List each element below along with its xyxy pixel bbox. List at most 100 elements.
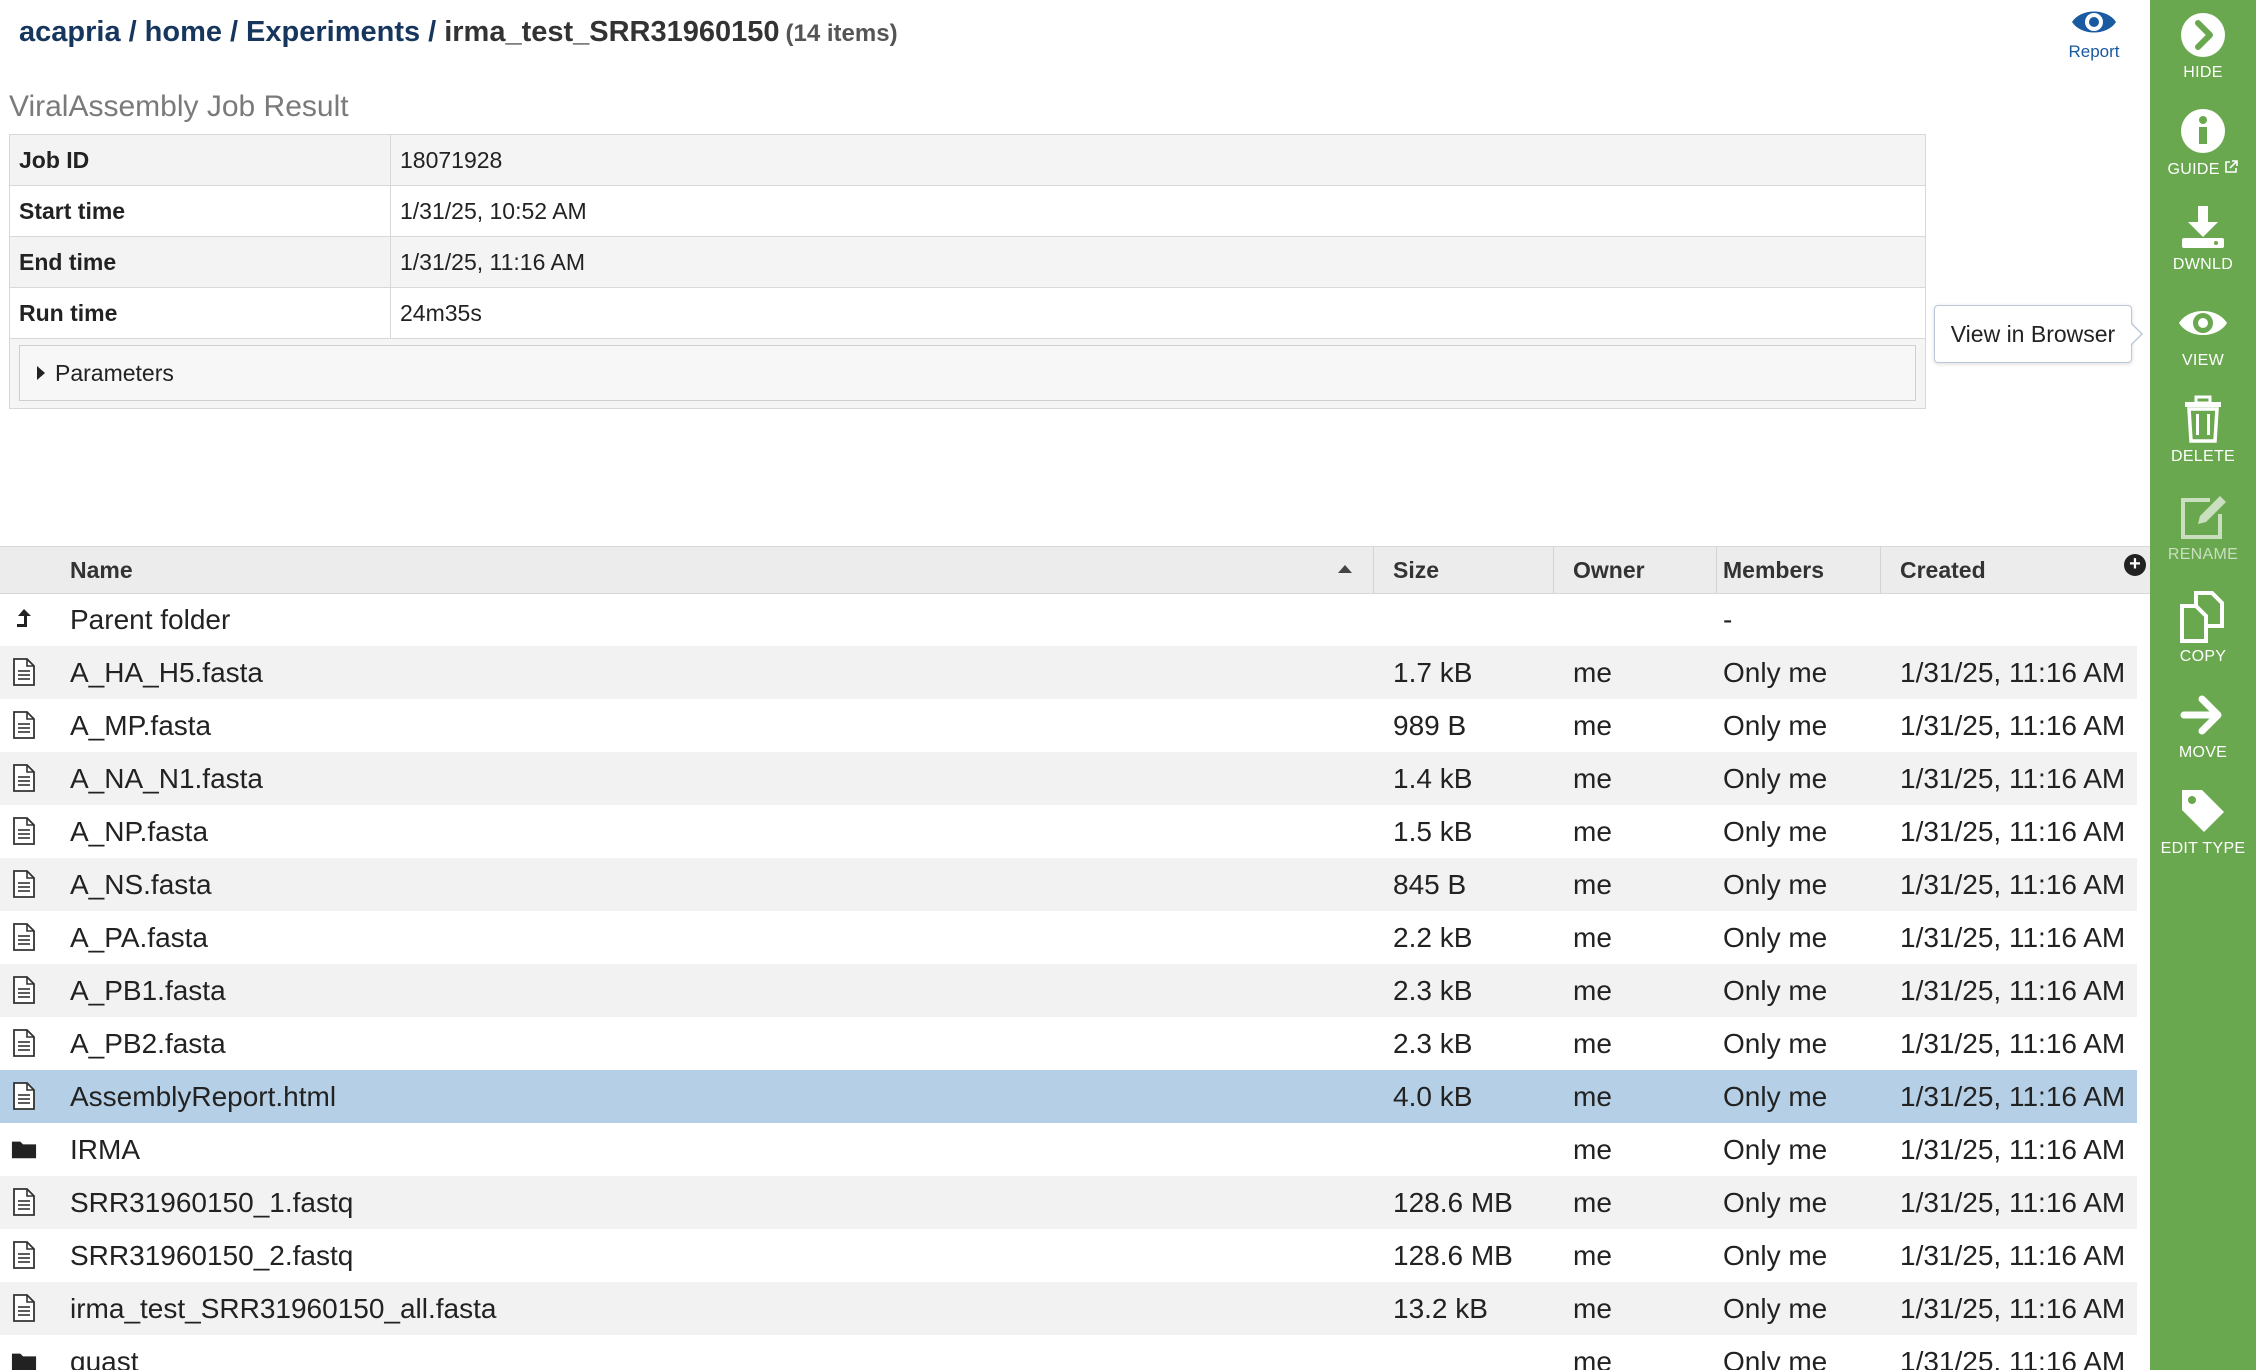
rename-button[interactable]: RENAME bbox=[2150, 482, 2256, 572]
column-divider[interactable] bbox=[1553, 547, 1554, 593]
table-row[interactable]: A_PB1.fasta 2.3 kB me Only me 1/31/25, 11:16… bbox=[0, 964, 2137, 1017]
table-row[interactable]: A_NA_N1.fasta 1.4 kB me Only me 1/31/25, 11:… bbox=[0, 752, 2137, 805]
file-members: Only me bbox=[1723, 1028, 1828, 1059]
breadcrumb-home[interactable]: home bbox=[145, 16, 222, 48]
column-header-created[interactable]: Created bbox=[1900, 547, 1986, 593]
file-icon bbox=[13, 870, 35, 898]
file-owner: me bbox=[1573, 1293, 1612, 1324]
file-created: 1/31/25, 11:16 AM bbox=[1900, 763, 2126, 794]
copy-label: COPY bbox=[2179, 648, 2227, 665]
file-icon bbox=[13, 1029, 35, 1057]
file-created: 1/31/25, 11:16 AM bbox=[1900, 922, 2126, 953]
guide-button[interactable]: GUIDE bbox=[2150, 96, 2256, 186]
file-size: 1.7 kB bbox=[1393, 657, 1473, 688]
file-icon bbox=[13, 1294, 35, 1322]
file-name: A_PB2.fasta bbox=[70, 1028, 226, 1059]
file-created: 1/31/25, 11:16 AM bbox=[1900, 1240, 2126, 1271]
column-header-name[interactable]: Name bbox=[70, 547, 133, 593]
file-size: 1.5 kB bbox=[1393, 816, 1473, 847]
table-row[interactable]: A_NP.fasta 1.5 kB me Only me 1/31/25, 11:16 … bbox=[0, 805, 2137, 858]
column-divider[interactable] bbox=[1716, 547, 1717, 593]
file-created: 1/31/25, 11:16 AM bbox=[1900, 710, 2126, 741]
table-row[interactable]: SRR31960150_1.fastq 128.6 MB me Only me 1/31… bbox=[0, 1176, 2137, 1229]
table-row[interactable]: A_HA_H5.fasta 1.7 kB me Only me 1/31/25, 11:… bbox=[0, 646, 2137, 699]
report-button[interactable]: Report bbox=[2050, 0, 2138, 62]
file-owner: me bbox=[1573, 869, 1612, 900]
file-size: 1.4 kB bbox=[1393, 763, 1473, 794]
file-owner: me bbox=[1573, 922, 1612, 953]
file-created: 1/31/25, 11:16 AM bbox=[1900, 1187, 2126, 1218]
table-row[interactable]: A_PB2.fasta 2.3 kB me Only me 1/31/25, 11:16… bbox=[0, 1017, 2137, 1070]
file-created: 1/31/25, 11:16 AM bbox=[1900, 1293, 2126, 1324]
file-name: quast bbox=[70, 1346, 139, 1370]
file-icon bbox=[13, 1241, 35, 1269]
action-sidebar: HIDE GUIDE DWNLD VIEW DELETE RENAME COPY… bbox=[2150, 0, 2256, 1370]
tag-icon bbox=[2182, 790, 2224, 832]
parent-folder-row[interactable]: Parent folder - bbox=[0, 593, 2137, 646]
file-name: AssemblyReport.html bbox=[70, 1081, 337, 1112]
column-divider[interactable] bbox=[1880, 547, 1881, 593]
expand-triangle-icon bbox=[37, 365, 45, 380]
table-row[interactable]: AssemblyReport.html 4.0 kB me Only me 1/31/2… bbox=[0, 1070, 2137, 1123]
file-members: - bbox=[1723, 604, 1733, 635]
parameters-toggle[interactable]: Parameters bbox=[19, 345, 1916, 401]
folder-icon bbox=[11, 1353, 37, 1370]
column-header-size[interactable]: Size bbox=[1393, 547, 1439, 593]
move-button[interactable]: MOVE bbox=[2150, 680, 2256, 770]
edit-icon bbox=[2181, 496, 2226, 539]
file-owner: me bbox=[1573, 710, 1612, 741]
eye-icon bbox=[2072, 11, 2116, 33]
file-members: Only me bbox=[1723, 975, 1828, 1006]
column-header-members[interactable]: Members bbox=[1723, 547, 1824, 593]
download-button[interactable]: DWNLD bbox=[2150, 192, 2256, 282]
table-row[interactable]: irma_test_SRR31960150_all.fasta 13.2 kB me… bbox=[0, 1282, 2137, 1335]
table-row[interactable]: A_PA.fasta 2.2 kB me Only me 1/31/25, 11:16 … bbox=[0, 911, 2137, 964]
table-row[interactable]: quast me Only me 1/31/25, 11:16 AM bbox=[0, 1335, 2137, 1370]
file-icon bbox=[13, 1188, 35, 1216]
add-column-icon[interactable]: + bbox=[2124, 554, 2146, 576]
breadcrumb-separator: / bbox=[128, 16, 137, 48]
copy-button[interactable]: COPY bbox=[2150, 580, 2256, 670]
breadcrumb-experiments[interactable]: Experiments bbox=[246, 16, 420, 48]
folder-icon bbox=[11, 1141, 37, 1159]
hide-button[interactable]: HIDE bbox=[2150, 0, 2256, 90]
table-row[interactable]: IRMA me Only me 1/31/25, 11:16 AM bbox=[0, 1123, 2137, 1176]
file-name: IRMA bbox=[70, 1134, 140, 1165]
breadcrumb-separator: / bbox=[428, 16, 437, 48]
breadcrumb-separator: / bbox=[229, 16, 239, 48]
job-info-row: Job ID 18071928 bbox=[10, 135, 1925, 186]
file-name: A_PB1.fasta bbox=[70, 975, 226, 1006]
report-label: Report bbox=[2068, 42, 2120, 61]
file-members: Only me bbox=[1723, 1187, 1828, 1218]
trash-icon bbox=[2185, 395, 2221, 443]
job-info-row: Start time 1/31/25, 10:52 AM bbox=[10, 185, 1925, 237]
file-created: 1/31/25, 11:16 AM bbox=[1900, 975, 2126, 1006]
breadcrumb-current: irma_test_SRR31960150 bbox=[444, 16, 780, 48]
start-time-value: 1/31/25, 10:52 AM bbox=[390, 185, 1925, 237]
file-members: Only me bbox=[1723, 1346, 1828, 1370]
file-created: 1/31/25, 11:16 AM bbox=[1900, 1081, 2126, 1112]
delete-button[interactable]: DELETE bbox=[2150, 384, 2256, 474]
run-time-value: 24m35s bbox=[390, 287, 1925, 339]
file-icon bbox=[13, 658, 35, 686]
view-button[interactable]: VIEW bbox=[2150, 288, 2256, 378]
column-header-owner[interactable]: Owner bbox=[1573, 547, 1645, 593]
file-icon bbox=[13, 711, 35, 739]
table-row[interactable]: SRR31960150_2.fastq 128.6 MB me Only me 1/31… bbox=[0, 1229, 2137, 1282]
file-size: 4.0 kB bbox=[1393, 1081, 1473, 1112]
start-time-label: Start time bbox=[10, 185, 391, 237]
edit-type-button[interactable]: EDIT TYPE bbox=[2150, 776, 2256, 866]
job-result-title: ViralAssembly Job Result bbox=[9, 90, 349, 123]
file-icon bbox=[13, 923, 35, 951]
breadcrumb-root[interactable]: acapria bbox=[19, 16, 121, 48]
file-members: Only me bbox=[1723, 710, 1828, 741]
file-members: Only me bbox=[1723, 816, 1828, 847]
sort-ascending-icon[interactable] bbox=[1338, 565, 1352, 573]
file-owner: me bbox=[1573, 657, 1612, 688]
view-label: VIEW bbox=[2181, 352, 2225, 369]
file-members: Only me bbox=[1723, 657, 1828, 688]
file-members: Only me bbox=[1723, 1134, 1828, 1165]
column-divider[interactable] bbox=[1373, 547, 1374, 593]
table-row[interactable]: A_MP.fasta 989 B me Only me 1/31/25, 11:16 A… bbox=[0, 699, 2137, 752]
table-row[interactable]: A_NS.fasta 845 B me Only me 1/31/25, 11:16 A… bbox=[0, 858, 2137, 911]
